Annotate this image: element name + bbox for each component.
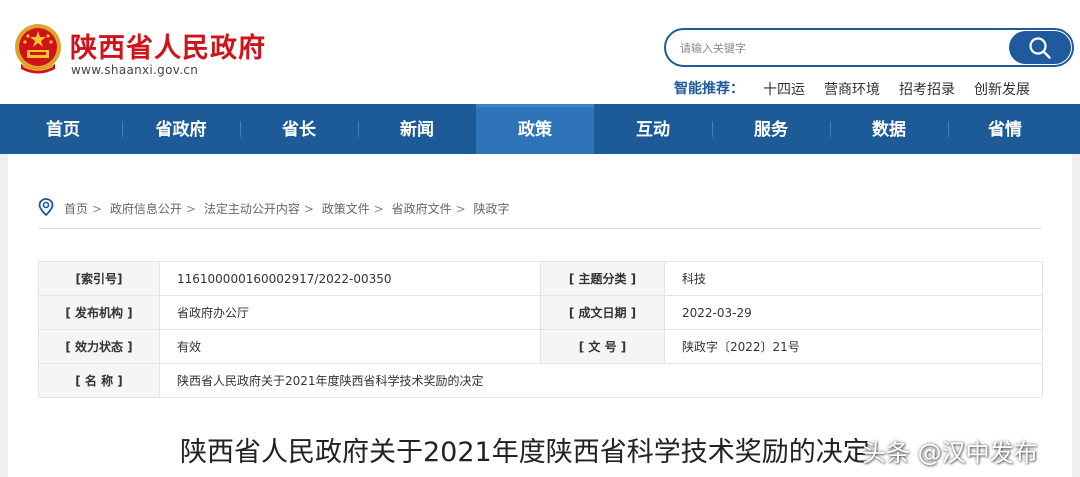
watermark-text: 头条 @汉中发布	[862, 439, 1038, 467]
breadcrumb-current[interactable]: 陕政字	[474, 202, 510, 216]
breadcrumb-separator: >	[373, 202, 384, 216]
national-emblem-icon[interactable]	[13, 22, 63, 78]
table-row: [ 名 称 ] 陕西省人民政府关于2021年度陕西省科学技术奖励的决定	[38, 363, 1043, 398]
site-title[interactable]: 陕西省人民政府	[70, 26, 266, 65]
document-meta-table: [索引号] 116100000160002917/2022-00350 [ 主题…	[38, 261, 1043, 398]
smart-recommend-label: 智能推荐：	[674, 81, 744, 97]
smart-item-recruit[interactable]: 招考招录	[899, 79, 955, 99]
location-pin-icon	[38, 198, 54, 216]
breadcrumb-legal-public[interactable]: 法定主动公开内容	[204, 202, 300, 216]
topic-label: [ 主题分类 ]	[540, 261, 665, 296]
org-value: 省政府办公厅	[159, 295, 541, 330]
breadcrumb-gov-info[interactable]: 政府信息公开	[110, 202, 182, 216]
smart-item-shisiyun[interactable]: 十四运	[763, 79, 805, 99]
search-box	[664, 28, 1074, 67]
breadcrumb-home[interactable]: 首页	[64, 202, 88, 216]
topic-value: 科技	[664, 261, 1043, 296]
search-icon	[1029, 37, 1051, 59]
docno-value: 陕政字〔2022〕21号	[664, 329, 1043, 364]
docno-label: [ 文 号 ]	[540, 329, 665, 364]
nav-item-province[interactable]: 省情	[946, 104, 1064, 154]
org-label: [ 发布机构 ]	[38, 295, 160, 330]
search-button[interactable]	[1009, 31, 1071, 64]
nav-item-home[interactable]: 首页	[4, 104, 122, 154]
breadcrumb-gov-docs[interactable]: 省政府文件	[392, 202, 452, 216]
smart-item-business-env[interactable]: 营商环境	[824, 79, 880, 99]
name-label: [ 名 称 ]	[38, 363, 160, 398]
index-value: 116100000160002917/2022-00350	[159, 261, 541, 296]
document-title: 陕西省人民政府关于2021年度陕西省科学技术奖励的决定	[180, 437, 870, 468]
nav-item-gov[interactable]: 省政府	[122, 104, 240, 154]
site-header: 陕西省人民政府 www.shaanxi.gov.cn 智能推荐： 十四运 营商环…	[0, 0, 1080, 104]
breadcrumb-separator: >	[303, 202, 314, 216]
smart-item-innovation[interactable]: 创新发展	[974, 79, 1030, 99]
index-label: [索引号]	[38, 261, 160, 296]
status-label: [ 效力状态 ]	[38, 329, 160, 364]
name-value: 陕西省人民政府关于2021年度陕西省科学技术奖励的决定	[159, 363, 1043, 398]
table-row: [ 效力状态 ] 有效 [ 文 号 ] 陕政字〔2022〕21号	[38, 329, 1043, 364]
table-row: [ 发布机构 ] 省政府办公厅 [ 成文日期 ] 2022-03-29	[38, 295, 1043, 330]
status-value: 有效	[159, 329, 541, 364]
breadcrumb-separator: >	[92, 202, 103, 216]
nav-item-interact[interactable]: 互动	[594, 104, 712, 154]
breadcrumb-separator: >	[185, 202, 196, 216]
search-input[interactable]	[680, 38, 1000, 58]
date-label: [ 成文日期 ]	[540, 295, 665, 330]
table-row: [索引号] 116100000160002917/2022-00350 [ 主题…	[38, 261, 1043, 296]
nav-item-news[interactable]: 新闻	[358, 104, 476, 154]
breadcrumb-separator: >	[455, 202, 466, 216]
breadcrumb-divider	[38, 228, 1042, 229]
nav-item-service[interactable]: 服务	[712, 104, 830, 154]
breadcrumb-policy-docs[interactable]: 政策文件	[322, 202, 370, 216]
main-nav: 首页 省政府 省长 新闻 政策 互动 服务 数据 省情	[0, 104, 1080, 154]
nav-item-governor[interactable]: 省长	[240, 104, 358, 154]
site-domain: www.shaanxi.gov.cn	[71, 63, 199, 77]
nav-item-data[interactable]: 数据	[830, 104, 948, 154]
date-value: 2022-03-29	[664, 295, 1043, 330]
nav-item-policy[interactable]: 政策	[476, 104, 594, 154]
